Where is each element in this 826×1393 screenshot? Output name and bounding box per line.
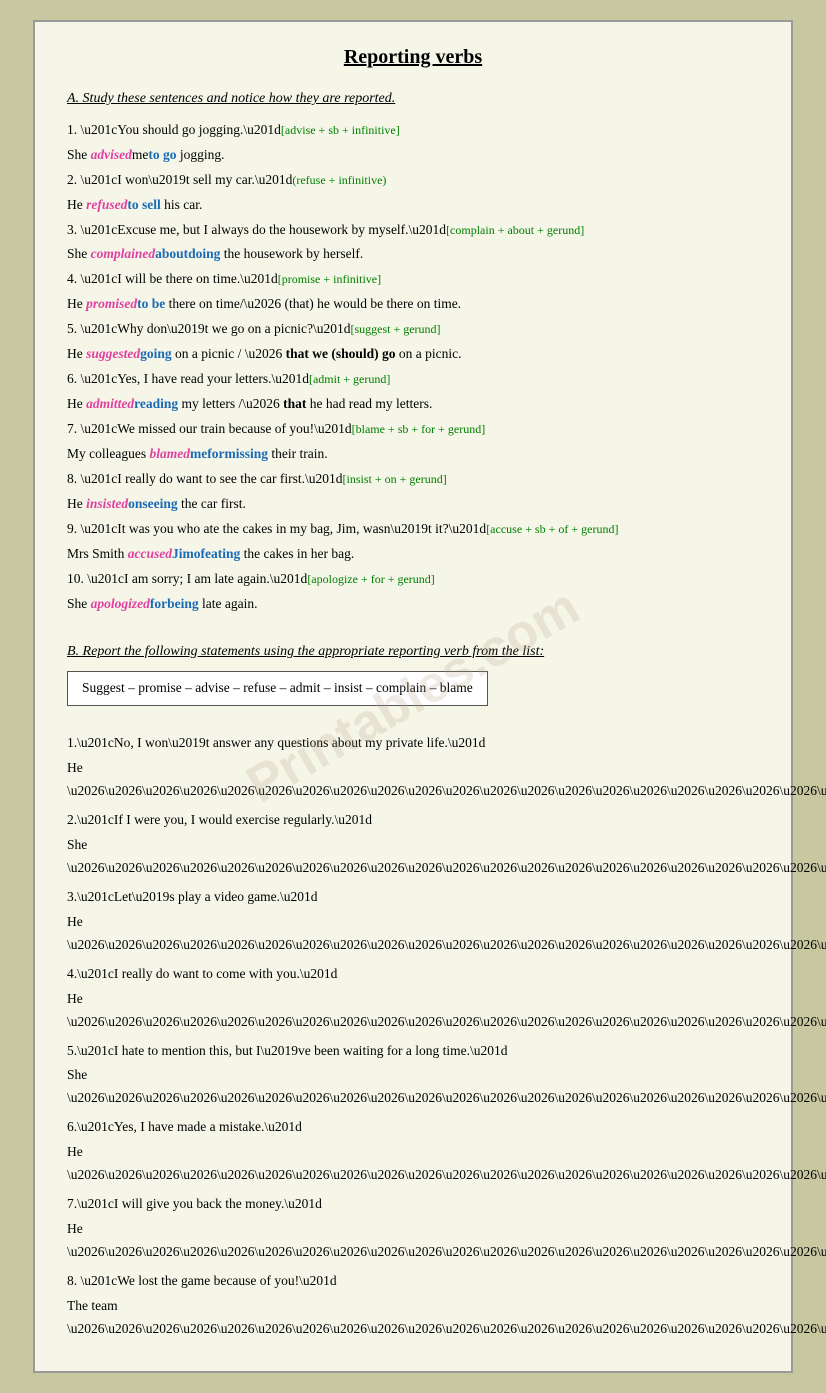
exercise-8: 8. \u201cWe lost the game because of you… [67, 1270, 759, 1293]
sentence-7-original: 7. \u201cWe missed our train because of … [67, 418, 759, 441]
sentence-4-original: 4. \u201cI will be there on time.\u201d[… [67, 268, 759, 291]
word-list-container: Suggest – promise – advise – refuse – ad… [67, 671, 759, 720]
sentence-8-original: 8. \u201cI really do want to see the car… [67, 468, 759, 491]
exercise-5: 5.\u201cI hate to mention this, but I\u2… [67, 1040, 759, 1063]
sentence-1-reported: She advisedmeto go jogging. [67, 144, 759, 167]
sentence-9-reported: Mrs Smith accusedJimofeating the cakes i… [67, 543, 759, 566]
sentence-6-original: 6. \u201cYes, I have read your letters.\… [67, 368, 759, 391]
exercise-4-answer: He \u2026\u2026\u2026\u2026\u2026\u2026\… [67, 988, 759, 1034]
sentence-10-reported: She apologizedforbeing late again. [67, 593, 759, 616]
exercise-6: 6.\u201cYes, I have made a mistake.\u201… [67, 1116, 759, 1139]
sentence-3-reported: She complainedaboutdoing the housework b… [67, 243, 759, 266]
exercise-3-answer: He \u2026\u2026\u2026\u2026\u2026\u2026\… [67, 911, 759, 957]
sentence-5-original: 5. \u201cWhy don\u2019t we go on a picni… [67, 318, 759, 341]
sentence-2-original: 2. \u201cI won\u2019t sell my car.\u201d… [67, 169, 759, 192]
sentence-2-reported: He refusedto sell his car. [67, 194, 759, 217]
sentence-1-original: 1. \u201cYou should go jogging.\u201d[ad… [67, 119, 759, 142]
section-b-title: B. Report the following statements using… [67, 640, 759, 664]
sentence-5-reported: He suggestedgoing on a picnic / \u2026 t… [67, 343, 759, 366]
exercise-2: 2.\u201cIf I were you, I would exercise … [67, 809, 759, 832]
exercise-1-answer: He \u2026\u2026\u2026\u2026\u2026\u2026\… [67, 757, 759, 803]
sentence-10-original: 10. \u201cI am sorry; I am late again.\u… [67, 568, 759, 591]
exercise-5-answer: She \u2026\u2026\u2026\u2026\u2026\u2026… [67, 1064, 759, 1110]
sentence-3-original: 3. \u201cExcuse me, but I always do the … [67, 219, 759, 242]
page: Printables.com Reporting verbs A. Study … [33, 20, 793, 1373]
num-1: 1. [67, 122, 81, 137]
page-title: Reporting verbs [67, 46, 759, 69]
exercise-8-answer: The team \u2026\u2026\u2026\u2026\u2026\… [67, 1295, 759, 1341]
exercise-4: 4.\u201cI really do want to come with yo… [67, 963, 759, 986]
sentence-7-reported: My colleagues blamedmeformissing their t… [67, 443, 759, 466]
exercise-6-answer: He \u2026\u2026\u2026\u2026\u2026\u2026\… [67, 1141, 759, 1187]
sentence-8-reported: He insistedonseeing the car first. [67, 493, 759, 516]
exercise-3: 3.\u201cLet\u2019s play a video game.\u2… [67, 886, 759, 909]
sentence-6-reported: He admittedreading my letters /\u2026 th… [67, 393, 759, 416]
section-a-title: A. Study these sentences and notice how … [67, 87, 759, 111]
word-list: Suggest – promise – advise – refuse – ad… [67, 671, 488, 706]
sentence-4-reported: He promisedto be there on time/\u2026 (t… [67, 293, 759, 316]
exercise-2-answer: She \u2026\u2026\u2026\u2026\u2026\u2026… [67, 834, 759, 880]
exercise-7-answer: He \u2026\u2026\u2026\u2026\u2026\u2026\… [67, 1218, 759, 1264]
exercise-1: 1.\u201cNo, I won\u2019t answer any ques… [67, 732, 759, 755]
exercise-7: 7.\u201cI will give you back the money.\… [67, 1193, 759, 1216]
bracket-1: [advise + sb + infinitive] [281, 123, 400, 137]
sentence-9-original: 9. \u201cIt was you who ate the cakes in… [67, 518, 759, 541]
